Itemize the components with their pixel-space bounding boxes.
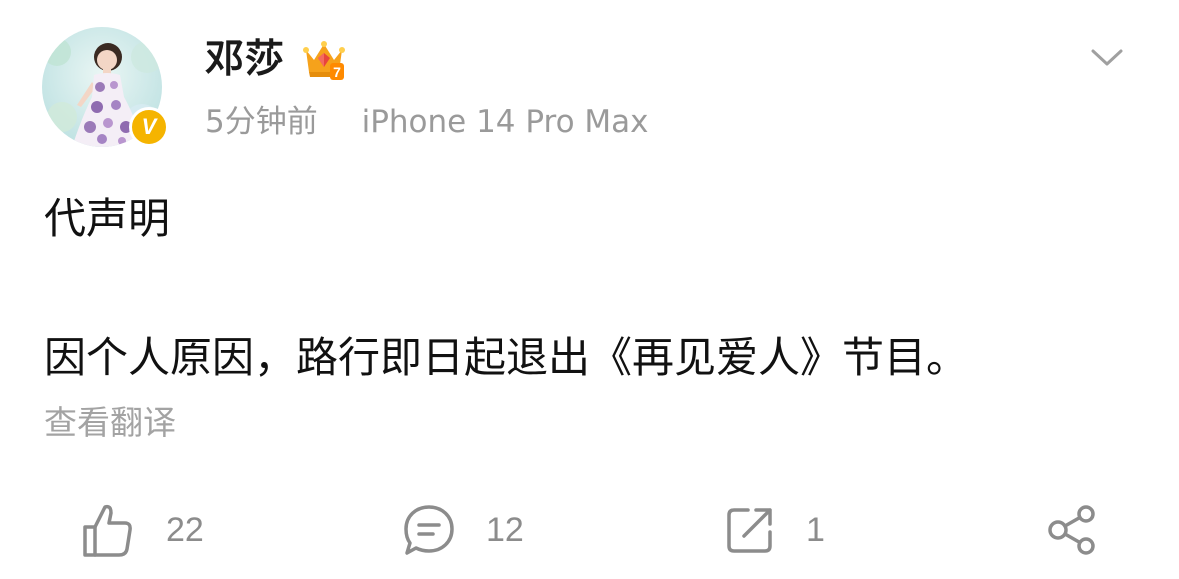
verified-badge: V <box>129 107 169 147</box>
vip-level: 7 <box>333 64 341 80</box>
post-device: iPhone 14 Pro Max <box>361 104 649 140</box>
comment-count: 12 <box>486 510 524 549</box>
post-meta: 5分钟前 iPhone 14 Pro Max <box>205 100 649 144</box>
share-icon <box>1048 505 1095 555</box>
comment-bubble-icon <box>404 505 454 555</box>
post-content-line: 因个人原因，路行即日起退出《再见爱人》节目。 <box>44 333 969 382</box>
translate-link[interactable]: 查看翻译 <box>44 400 176 446</box>
chevron-down-icon[interactable] <box>1088 42 1126 72</box>
crown-icon[interactable]: 7 <box>300 36 348 84</box>
share-button[interactable] <box>1044 498 1100 562</box>
like-button[interactable]: 22 <box>80 498 204 562</box>
thumbs-up-icon <box>83 504 132 557</box>
post-content-line: 代声明 <box>44 194 171 243</box>
repost-icon <box>727 508 772 553</box>
repost-count: 1 <box>806 510 825 549</box>
post-time: 5分钟前 <box>205 104 318 140</box>
author-name[interactable]: 邓莎 <box>205 34 285 86</box>
comment-button[interactable]: 12 <box>402 498 524 562</box>
like-count: 22 <box>166 510 204 549</box>
verified-mark: V <box>141 114 157 139</box>
repost-button[interactable]: 1 <box>724 498 825 562</box>
